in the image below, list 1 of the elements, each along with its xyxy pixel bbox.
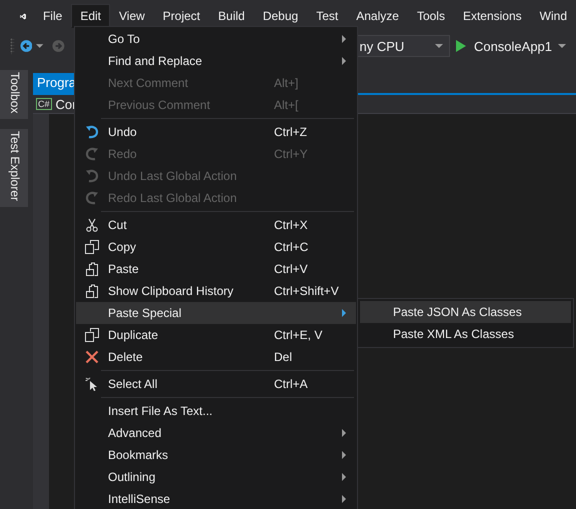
- csharp-file-icon: C#: [36, 98, 52, 110]
